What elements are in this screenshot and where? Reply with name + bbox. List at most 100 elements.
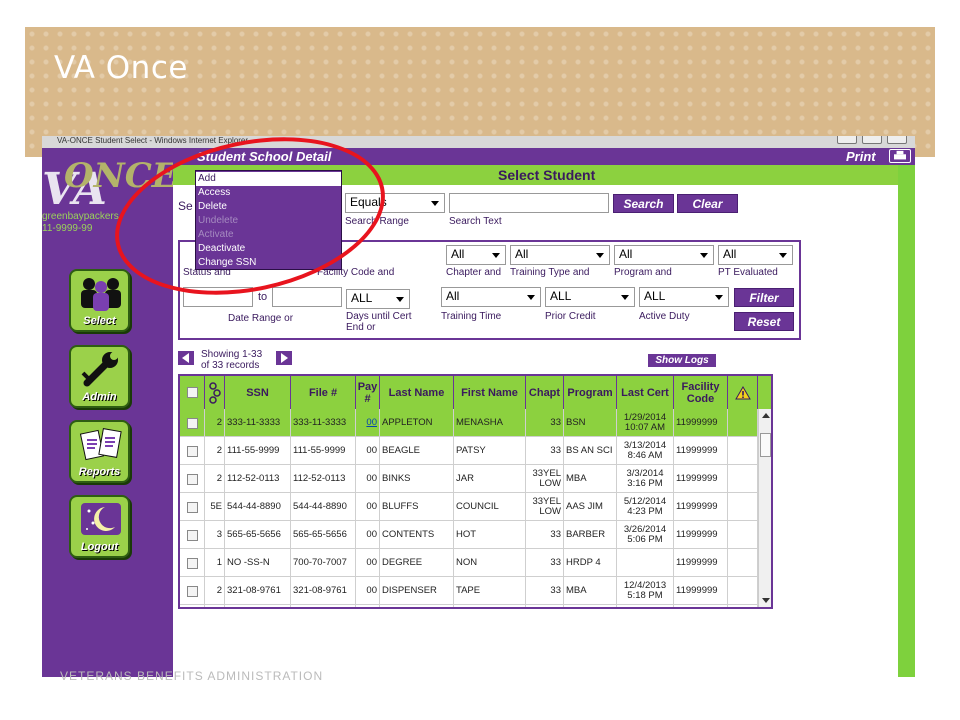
close-icon[interactable] [887, 136, 907, 144]
cell-file-text: 700-70-7007 [293, 557, 347, 568]
record-range: Showing 1-33 of 33 records [201, 349, 262, 371]
cell-pay-text: 00 [366, 445, 377, 456]
vertical-scrollbar[interactable] [758, 409, 771, 607]
row-checkbox-cell[interactable] [180, 521, 205, 549]
cell-program-text: MBA [566, 473, 587, 484]
nav-admin-button[interactable]: Admin [69, 345, 130, 408]
clear-button[interactable]: Clear [677, 194, 738, 213]
warning-icon-cell[interactable] [728, 376, 758, 409]
row-checkbox[interactable] [186, 529, 198, 541]
first-name-header[interactable]: First Name [454, 376, 526, 409]
cell-pay[interactable]: 00 [356, 465, 380, 493]
row-warning-cell [728, 549, 758, 577]
chapter-select[interactable]: All [446, 245, 506, 265]
flag-icon-cell[interactable] [205, 376, 225, 409]
show-logs-button[interactable]: Show Logs [648, 354, 716, 367]
chapt-header[interactable]: Chapt [526, 376, 564, 409]
cell-pay[interactable]: 00 [356, 437, 380, 465]
search-text-input[interactable] [449, 193, 609, 213]
row-checkbox-cell[interactable] [180, 493, 205, 521]
training-time-select[interactable]: All [441, 287, 541, 307]
scroll-thumb[interactable] [760, 433, 771, 457]
program-header-label: Program [567, 386, 613, 399]
next-page-icon[interactable] [276, 351, 292, 365]
table-row[interactable]: 3 565-65-5656 565-65-5656 00 CONTENTS HOT 33 BA… [180, 521, 758, 549]
scroll-up-icon[interactable] [762, 413, 770, 418]
cell-last: CONTENTS [380, 521, 454, 549]
program-header[interactable]: Program [564, 376, 617, 409]
program-select[interactable]: All [614, 245, 714, 265]
last-name-header[interactable]: Last Name [380, 376, 454, 409]
last-cert-header[interactable]: Last Cert [617, 376, 674, 409]
table-row[interactable]: 5E 544-44-8890 544-44-8890 00 BLUFFS COUNCIL 3… [180, 493, 758, 521]
cell-pay[interactable]: 00 [356, 549, 380, 577]
minimize-icon[interactable] [837, 136, 857, 144]
table-row[interactable]: 2 321-08-9761 321-08-9761 00 DISPENSER TAPE 33… [180, 577, 758, 605]
prior-credit-label: Prior Credit [545, 311, 596, 322]
row-checkbox-cell[interactable] [180, 605, 205, 607]
cell-n: 5E [205, 493, 225, 521]
training-type-select[interactable]: All [510, 245, 610, 265]
reset-button[interactable]: Reset [734, 312, 794, 331]
cell-first: HOT [454, 521, 526, 549]
filter-button[interactable]: Filter [734, 288, 794, 307]
cell-pay[interactable]: 00 [356, 409, 380, 437]
row-warning-cell [728, 409, 758, 437]
active-duty-select[interactable]: ALL [639, 287, 729, 307]
prior-credit-select[interactable]: ALL [545, 287, 635, 307]
maximize-icon[interactable] [862, 136, 882, 144]
table-row[interactable]: 2 333-11-3333 333-11-3333 00 APPLETON MENASHA… [180, 409, 758, 437]
pt-evaluated-select[interactable]: All [718, 245, 793, 265]
table-row[interactable]: 1 NO -SS-N 700-70-7007 00 DEGREE NON 33 HRDP 4 1… [180, 549, 758, 577]
row-checkbox-cell[interactable] [180, 437, 205, 465]
cell-file: 321-08-9761 [291, 577, 356, 605]
previous-page-icon[interactable] [178, 351, 194, 365]
cell-program: BARBER [564, 521, 617, 549]
cell-chapt-text: 33 [550, 585, 561, 596]
cell-pay[interactable]: 00 [356, 493, 380, 521]
file-header[interactable]: File # [291, 376, 356, 409]
cell-pay[interactable]: 00 [356, 605, 380, 607]
cell-n: 2 [205, 577, 225, 605]
cell-chapt-text: 33 [550, 529, 561, 540]
table-row[interactable]: 2 112-52-0113 112-52-0113 00 BINKS JAR 33YEL L… [180, 465, 758, 493]
cell-pay[interactable]: 00 [356, 521, 380, 549]
search-button[interactable]: Search [613, 194, 674, 213]
cell-first-text: TAPE [456, 585, 481, 596]
cell-cert: 1/29/2014 10:07 AM [617, 409, 674, 437]
ssn-header[interactable]: SSN [225, 376, 291, 409]
cell-program: HRDP 4 [564, 549, 617, 577]
grid-header: SSN File # Pay # Last Name First Name Chapt Pr… [180, 376, 771, 409]
table-row[interactable]: 2 111-55-9999 111-55-9999 00 BEAGLE PATSY 33 BS… [180, 437, 758, 465]
facility-code-header[interactable]: Facility Code [674, 376, 728, 409]
select-all-checkbox[interactable] [186, 387, 198, 398]
cell-n: 2 [205, 409, 225, 437]
table-row[interactable]: 3456-78-945445-878-98700DOEJOHN33AAS JIM… [180, 605, 758, 607]
row-checkbox-cell[interactable] [180, 409, 205, 437]
printer-icon[interactable] [889, 149, 911, 163]
warning-icon [734, 385, 751, 399]
nav-reports-button[interactable]: Reports [69, 420, 130, 483]
nav-logout-button[interactable]: Logout [69, 495, 130, 558]
documents-icon [79, 428, 122, 461]
row-checkbox[interactable] [186, 417, 198, 429]
row-checkbox-cell[interactable] [180, 465, 205, 493]
row-checkbox[interactable] [186, 557, 198, 569]
cell-last: BEAGLE [380, 437, 454, 465]
cell-pay-text: 00 [366, 585, 377, 596]
date-to-input[interactable] [272, 287, 342, 307]
row-checkbox[interactable] [186, 501, 198, 513]
days-until-cert-select[interactable]: ALL [346, 289, 410, 309]
row-checkbox-cell[interactable] [180, 549, 205, 577]
row-checkbox[interactable] [186, 585, 198, 597]
row-checkbox[interactable] [186, 445, 198, 457]
row-checkbox-cell[interactable] [180, 577, 205, 605]
cell-pay[interactable]: 00 [356, 577, 380, 605]
print-link[interactable]: Print [846, 149, 876, 164]
row-checkbox[interactable] [186, 473, 198, 485]
cell-n-text: 1 [216, 557, 222, 568]
pay-header[interactable]: Pay # [356, 376, 380, 409]
scroll-down-icon[interactable] [762, 598, 770, 603]
select-all-checkbox-cell[interactable] [180, 376, 205, 409]
nav-select-button[interactable]: Select [69, 269, 130, 332]
